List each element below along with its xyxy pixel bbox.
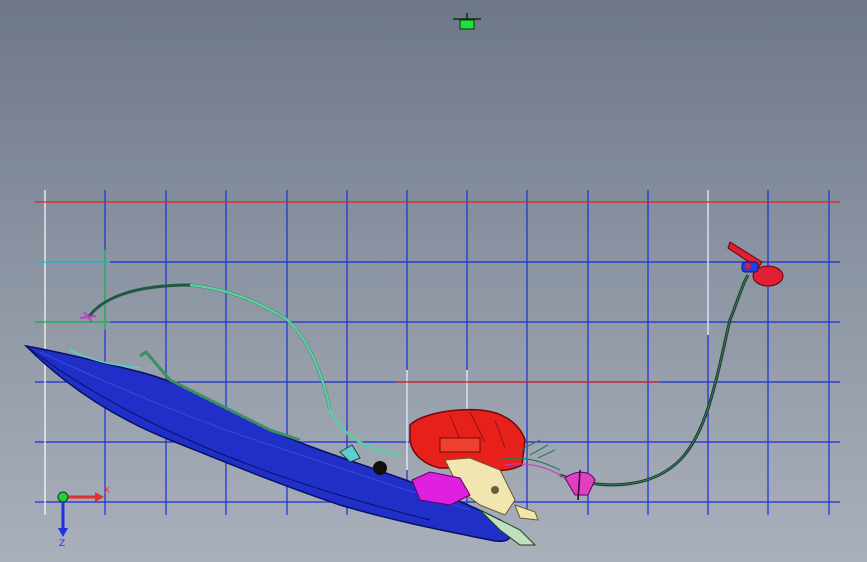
- cad-3d-viewport[interactable]: X Z: [0, 0, 867, 562]
- z-axis-label: Z: [59, 539, 65, 549]
- x-axis-label: X: [104, 486, 110, 496]
- throttle-handle[interactable]: [727, 241, 784, 287]
- hose-end-fitting[interactable]: [79, 311, 97, 323]
- view-cube-icon[interactable]: [453, 13, 481, 30]
- drain-valve[interactable]: [564, 469, 596, 501]
- coordinate-triad: X Z: [57, 486, 110, 549]
